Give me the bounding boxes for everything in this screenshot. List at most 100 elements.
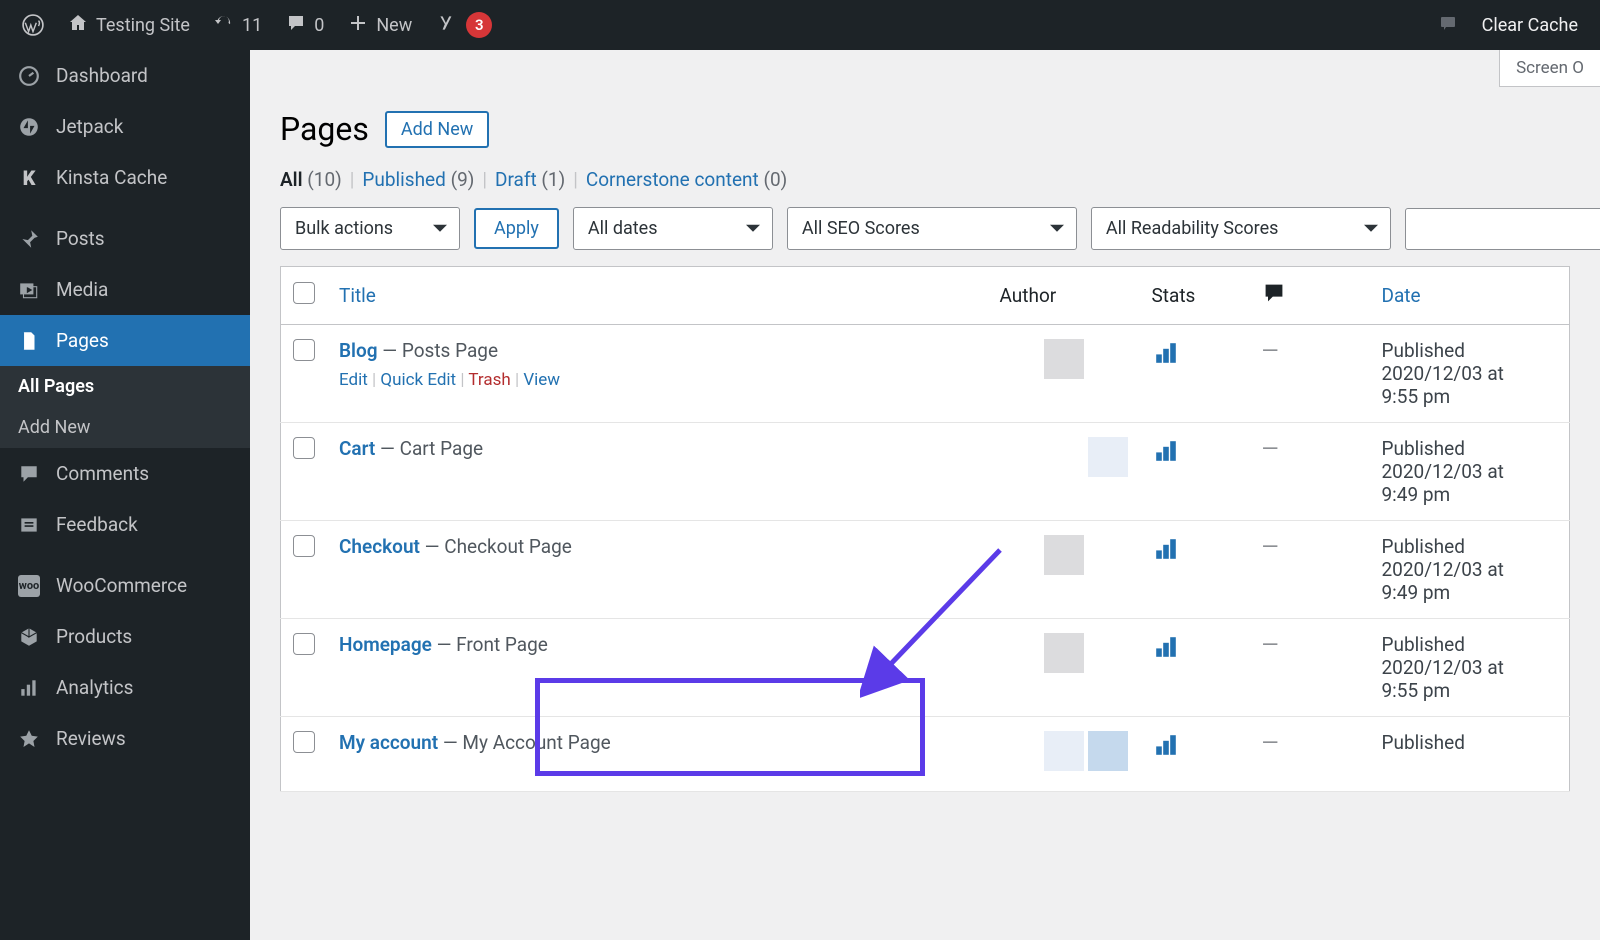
filter-published[interactable]: Published (362, 168, 445, 191)
action-view[interactable]: View (523, 370, 560, 390)
sidebar-item-reviews[interactable]: Reviews (0, 713, 250, 764)
comment-icon (286, 13, 306, 38)
media-icon (18, 279, 40, 301)
author-cell (1000, 339, 1128, 379)
screen-options-tab[interactable]: Screen O (1499, 50, 1600, 87)
sidebar-item-feedback[interactable]: Feedback (0, 499, 250, 550)
new-content-link[interactable]: New (336, 0, 424, 50)
sidebar-submenu: All Pages Add New (0, 366, 250, 448)
stats-icon[interactable] (1152, 643, 1180, 666)
stats-icon[interactable] (1152, 741, 1180, 764)
table-row: Blog — Posts PageEdit | Quick Edit | Tra… (281, 325, 1570, 423)
sidebar-item-woocommerce[interactable]: wooWooCommerce (0, 560, 250, 611)
row-checkbox[interactable] (293, 535, 315, 557)
pin-icon (18, 228, 40, 250)
action-quick-edit[interactable]: Quick Edit (380, 370, 456, 390)
date-cell: Published2020/12/03 at9:55 pm (1370, 325, 1570, 423)
products-icon (18, 626, 40, 648)
sidebar-item-kinsta[interactable]: KKinsta Cache (0, 152, 250, 203)
row-checkbox[interactable] (293, 437, 315, 459)
apply-button[interactable]: Apply (474, 208, 559, 249)
site-name-link[interactable]: Testing Site (56, 0, 202, 50)
dashboard-icon (18, 65, 40, 87)
clear-cache-label: Clear Cache (1482, 15, 1578, 36)
select-all-checkbox[interactable] (293, 282, 315, 304)
stats-icon[interactable] (1152, 447, 1180, 470)
row-checkbox[interactable] (293, 339, 315, 361)
home-icon (68, 13, 88, 38)
comments-icon (1262, 287, 1286, 310)
jetpack-icon (18, 116, 40, 138)
chat-icon (1438, 13, 1458, 38)
col-stats: Stats (1140, 267, 1250, 325)
col-comments[interactable] (1250, 267, 1370, 325)
row-title-link[interactable]: My account (339, 731, 438, 754)
site-name: Testing Site (96, 15, 190, 36)
sub-all-pages[interactable]: All Pages (0, 366, 250, 407)
filter-all[interactable]: All (280, 168, 303, 191)
readability-filter[interactable]: All Readability Scores (1091, 207, 1391, 250)
row-title-link[interactable]: Homepage (339, 633, 432, 656)
search-input[interactable] (1405, 208, 1600, 250)
yoast-link[interactable]: 3 (424, 0, 504, 50)
page-title: Pages Add New (280, 110, 1570, 148)
date-cell: Published2020/12/03 at9:49 pm (1370, 521, 1570, 619)
sidebar-item-comments[interactable]: Comments (0, 448, 250, 499)
table-row: Cart — Cart Page — Published2020/12/03 a… (281, 423, 1570, 521)
notifications[interactable] (1426, 0, 1470, 50)
updates-count: 11 (242, 15, 262, 36)
table-row: Checkout — Checkout Page — Published2020… (281, 521, 1570, 619)
sub-add-new[interactable]: Add New (0, 407, 250, 448)
date-cell: Published2020/12/03 at9:49 pm (1370, 423, 1570, 521)
pages-table: Title Author Stats Date Blog — Posts Pag… (280, 266, 1570, 792)
row-checkbox[interactable] (293, 731, 315, 753)
kinsta-icon: K (18, 167, 40, 189)
col-date[interactable]: Date (1370, 267, 1570, 325)
row-title-link[interactable]: Checkout (339, 535, 420, 558)
sidebar-item-dashboard[interactable]: Dashboard (0, 50, 250, 101)
main-content: Screen O Pages Add New All (10) | Publis… (250, 50, 1600, 940)
author-cell (1000, 437, 1128, 477)
row-actions: Edit | Quick Edit | Trash | View (339, 370, 976, 390)
col-author: Author (988, 267, 1140, 325)
table-nav: Bulk actions Apply All dates All SEO Sco… (280, 207, 1570, 250)
seo-scores-filter[interactable]: All SEO Scores (787, 207, 1077, 250)
stats-icon[interactable] (1152, 545, 1180, 568)
add-new-button[interactable]: Add New (385, 111, 489, 148)
wp-logo[interactable] (10, 0, 56, 50)
row-checkbox[interactable] (293, 633, 315, 655)
row-title-link[interactable]: Blog (339, 339, 378, 362)
comments-count: 0 (314, 15, 324, 36)
action-trash[interactable]: Trash (468, 370, 510, 390)
stats-icon[interactable] (1152, 349, 1180, 372)
yoast-icon (436, 12, 458, 39)
pages-icon (18, 330, 40, 352)
date-cell: Published (1370, 717, 1570, 792)
updates-link[interactable]: 11 (202, 0, 274, 50)
comments-dash: — (1262, 731, 1279, 756)
comments-link[interactable]: 0 (274, 0, 336, 50)
status-filters: All (10) | Published (9) | Draft (1) | C… (280, 168, 1570, 191)
clear-cache-link[interactable]: Clear Cache (1470, 0, 1590, 50)
row-title-link[interactable]: Cart (339, 437, 375, 460)
sidebar-item-pages[interactable]: Pages (0, 315, 250, 366)
filter-draft[interactable]: Draft (495, 168, 537, 191)
filter-cornerstone[interactable]: Cornerstone content (586, 168, 759, 191)
feedback-icon (18, 514, 40, 536)
plus-icon (348, 13, 368, 38)
sidebar-item-analytics[interactable]: Analytics (0, 662, 250, 713)
comments-dash: — (1262, 633, 1279, 658)
analytics-icon (18, 677, 40, 699)
search-box (1405, 208, 1600, 250)
date-cell: Published2020/12/03 at9:55 pm (1370, 619, 1570, 717)
sidebar-item-media[interactable]: Media (0, 264, 250, 315)
sidebar-item-products[interactable]: Products (0, 611, 250, 662)
dates-filter[interactable]: All dates (573, 207, 773, 250)
new-label: New (376, 15, 412, 36)
col-title[interactable]: Title (327, 267, 988, 325)
bulk-actions-select[interactable]: Bulk actions (280, 207, 460, 250)
sidebar-item-jetpack[interactable]: Jetpack (0, 101, 250, 152)
sidebar-item-posts[interactable]: Posts (0, 213, 250, 264)
action-edit[interactable]: Edit (339, 370, 368, 390)
author-cell (1000, 633, 1128, 673)
